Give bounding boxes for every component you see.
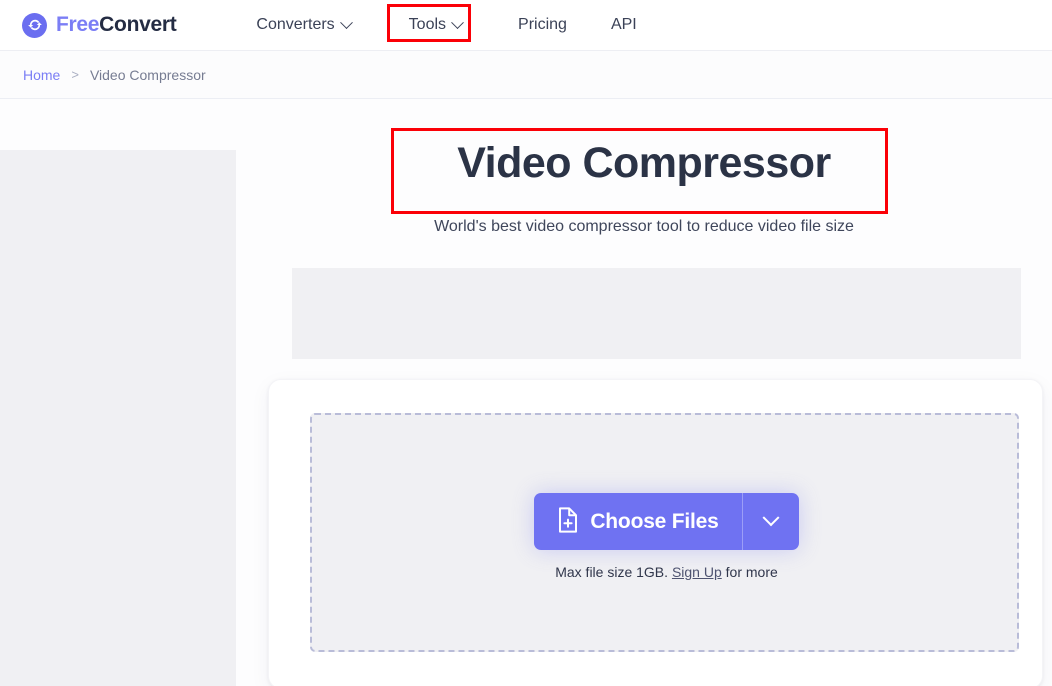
brand-logo[interactable]: FreeConvert <box>22 12 177 38</box>
brand-name-part1: Free <box>56 13 100 36</box>
page-root: FreeConvert Converters Tools Pricing API… <box>0 0 1052 686</box>
chevron-down-icon <box>451 15 464 29</box>
top-ad-placeholder <box>292 268 1021 359</box>
choose-files-button[interactable]: Choose Files <box>534 493 742 550</box>
breadcrumb-home-link[interactable]: Home <box>23 67 60 83</box>
max-file-size-prefix: Max file size 1GB. <box>555 564 669 580</box>
nav-item-converters[interactable]: Converters <box>242 7 364 43</box>
brand-name: FreeConvert <box>56 13 177 37</box>
max-file-size-note: Max file size 1GB. Sign Up for more <box>555 564 778 580</box>
choose-files-label: Choose Files <box>590 509 719 533</box>
nav-item-pricing-label: Pricing <box>518 16 567 33</box>
upload-card: Choose Files Max file size 1GB. Sign Up … <box>268 379 1043 686</box>
sign-up-link[interactable]: Sign Up <box>672 564 722 580</box>
primary-nav: Converters Tools Pricing API <box>242 7 650 43</box>
breadcrumb-bar: Home > Video Compressor <box>0 51 1052 99</box>
chevron-down-icon <box>339 15 353 29</box>
left-ad-placeholder <box>0 150 236 686</box>
page-subtitle: World's best video compressor tool to re… <box>434 218 854 235</box>
max-file-size-suffix: for more <box>725 564 778 580</box>
dropzone-center: Choose Files Max file size 1GB. Sign Up … <box>312 493 1021 580</box>
nav-item-tools[interactable]: Tools <box>395 7 476 43</box>
breadcrumb: Home > Video Compressor <box>23 67 206 83</box>
nav-item-tools-label: Tools <box>408 16 447 33</box>
breadcrumb-separator-icon: > <box>71 67 79 82</box>
brand-name-part2: Convert <box>99 13 177 36</box>
nav-item-api[interactable]: API <box>597 7 651 43</box>
breadcrumb-current: Video Compressor <box>89 66 206 83</box>
refresh-circle-icon <box>22 12 47 38</box>
choose-files-group: Choose Files <box>534 493 799 550</box>
choose-files-dropdown-button[interactable] <box>741 493 799 550</box>
nav-item-api-label: API <box>610 16 637 33</box>
page-title: Video Compressor <box>457 139 831 187</box>
main-content: Video Compressor World's best video comp… <box>236 100 1052 686</box>
site-header: FreeConvert Converters Tools Pricing API <box>0 0 1052 51</box>
nav-item-pricing[interactable]: Pricing <box>504 7 581 43</box>
file-plus-icon <box>557 507 579 536</box>
nav-item-converters-label: Converters <box>256 16 335 33</box>
chevron-down-icon <box>762 508 780 526</box>
file-dropzone[interactable]: Choose Files Max file size 1GB. Sign Up … <box>310 413 1019 652</box>
